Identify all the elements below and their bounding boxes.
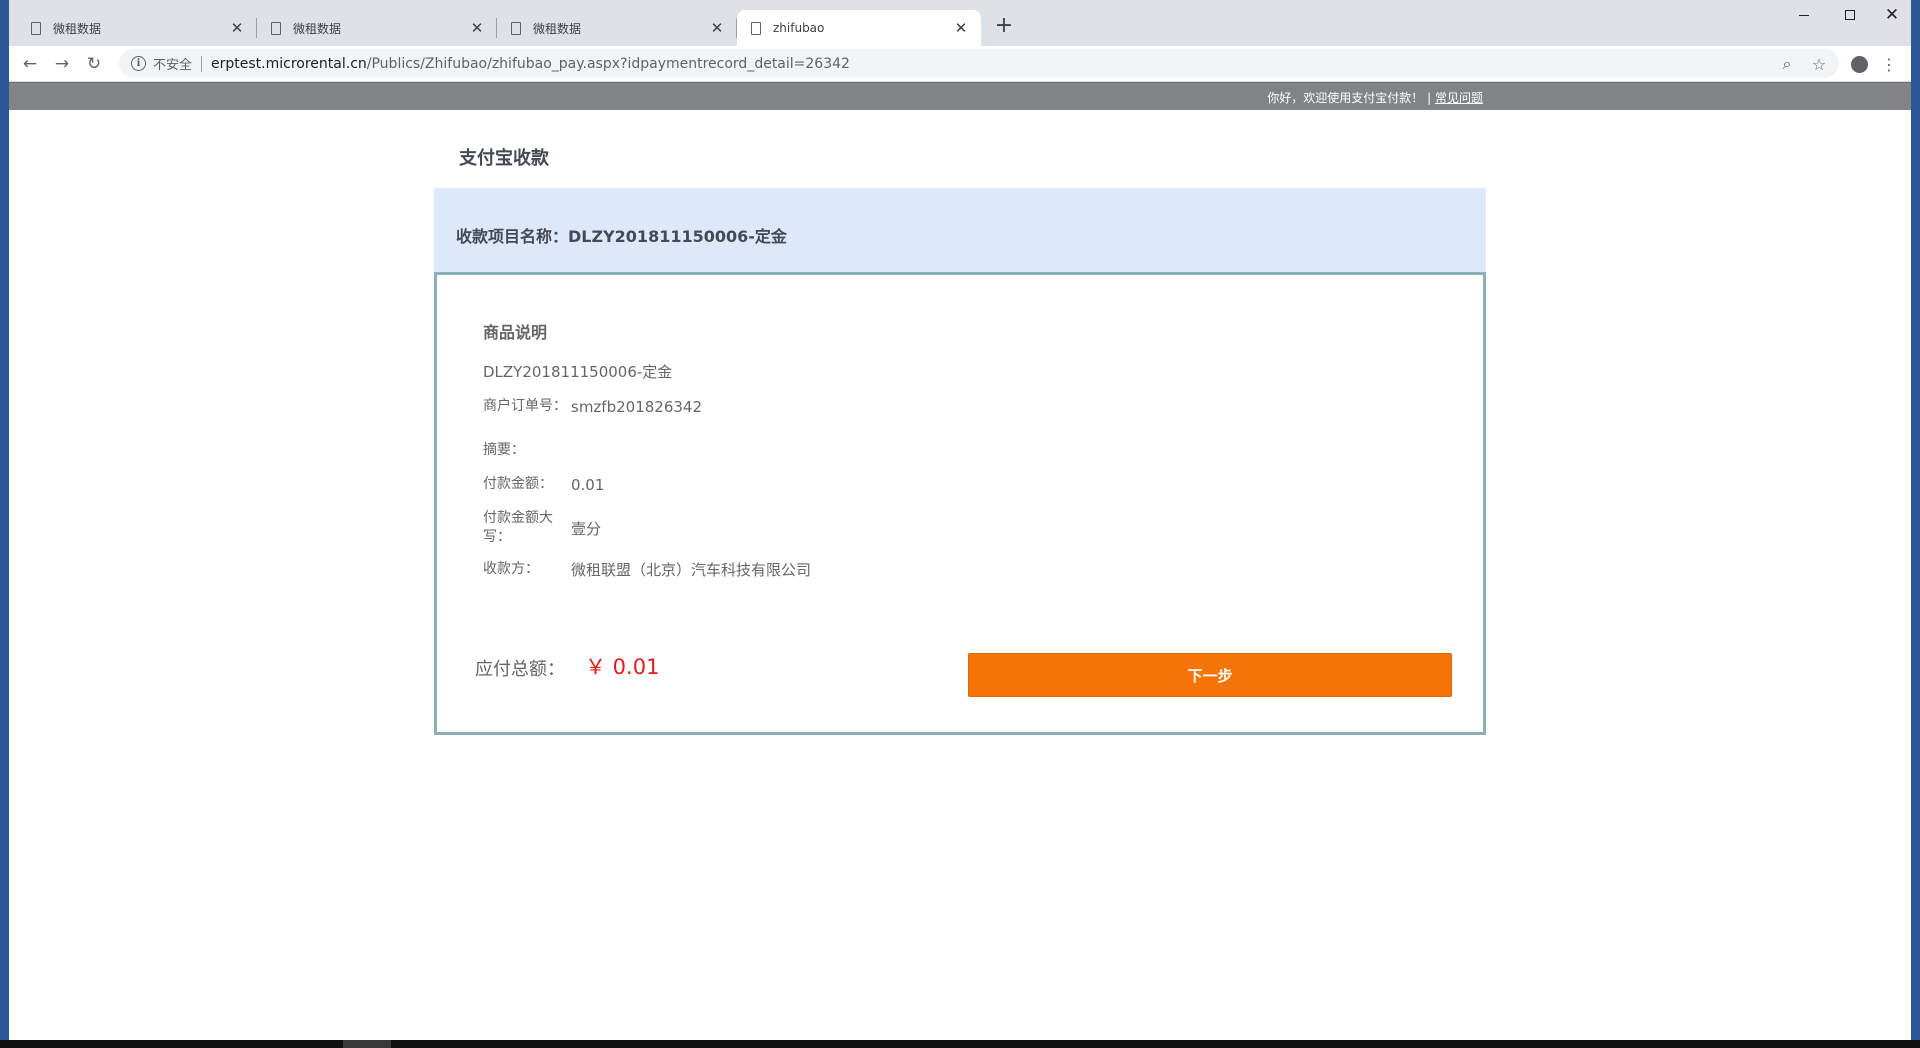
product-description-title: 商品说明 — [483, 323, 548, 342]
field-value: 微租联盟（北京）汽车科技有限公司 — [571, 561, 812, 579]
field-payment-amount: 付款金额： 0.01 — [483, 475, 604, 494]
welcome-text: 你好，欢迎使用支付宝付款！ | 常见问题 — [1267, 89, 1483, 106]
tab-title: 微租数据 — [533, 21, 582, 36]
product-description: DLZY201811150006-定金 — [483, 363, 673, 381]
url-host[interactable]: erptest.microrental.cn — [211, 56, 367, 72]
menu-more-icon[interactable]: ⋮ — [1877, 52, 1901, 76]
arrow-left-icon: ← — [22, 53, 38, 74]
page-title: 支付宝收款 — [459, 148, 549, 169]
browser-tab-1[interactable]: 微租数据 ✕ — [17, 10, 257, 46]
close-tab-icon[interactable]: ✕ — [709, 20, 725, 36]
arrow-right-icon: → — [54, 53, 70, 74]
document-icon — [31, 21, 41, 35]
document-icon — [271, 21, 281, 35]
window-close-button[interactable]: ✕ — [1873, 0, 1911, 30]
page-content: 你好，欢迎使用支付宝付款！ | 常见问题 支付宝收款 收款项目名称：DLZY20… — [9, 82, 1911, 1040]
field-value: 0.01 — [571, 475, 605, 494]
taskbar — [0, 1040, 1920, 1048]
close-tab-icon[interactable]: ✕ — [953, 20, 969, 36]
reload-button[interactable]: ↻ — [82, 52, 106, 76]
security-label[interactable]: 不安全 — [153, 54, 192, 73]
total-amount: ￥ 0.01 — [585, 655, 660, 679]
profile-icon[interactable] — [1847, 52, 1871, 76]
zoom-icon[interactable]: ⌕ — [1775, 52, 1799, 76]
browser-tab-2[interactable]: 微租数据 ✕ — [257, 10, 497, 46]
close-icon: ✕ — [1884, 4, 1900, 25]
minimize-icon — [1799, 14, 1809, 16]
field-label: 付款金额： — [483, 476, 553, 492]
close-tab-icon[interactable]: ✕ — [469, 20, 485, 36]
next-step-button[interactable]: 下一步 — [968, 653, 1452, 697]
info-icon[interactable]: i — [131, 56, 146, 71]
field-value: smzfb201826342 — [571, 397, 702, 416]
field-label: 收款方： — [483, 561, 539, 577]
project-name-band: 收款项目名称：DLZY201811150006-定金 — [434, 188, 1486, 272]
bookmark-star-icon[interactable]: ☆ — [1807, 52, 1831, 76]
document-icon — [751, 21, 761, 35]
back-button[interactable]: ← — [18, 52, 42, 76]
taskbar-item[interactable] — [343, 1040, 391, 1048]
browser-tab-3[interactable]: 微租数据 ✕ — [497, 10, 737, 46]
field-value: 壹分 — [571, 519, 602, 538]
close-tab-icon[interactable]: ✕ — [229, 20, 245, 36]
reload-icon: ↻ — [86, 53, 102, 74]
field-amount-uppercase: 付款金额大写： 壹分 — [483, 509, 601, 547]
field-label: 付款金额大写： — [483, 510, 553, 545]
document-icon — [511, 21, 521, 35]
field-label: 摘要： — [483, 442, 525, 458]
omnibox-divider — [201, 55, 203, 72]
maximize-icon — [1845, 10, 1855, 20]
field-label: 商户订单号： — [483, 398, 567, 414]
field-payee: 收款方： 微租联盟（北京）汽车科技有限公司 — [483, 559, 811, 580]
top-info-bar: 你好，欢迎使用支付宝付款！ | 常见问题 — [9, 82, 1911, 110]
order-details-card: 商品说明 DLZY201811150006-定金 商户订单号： smzfb201… — [434, 272, 1486, 735]
browser-tab-active[interactable]: zhifubao ✕ — [737, 10, 981, 46]
minimize-button[interactable] — [1781, 0, 1827, 30]
total-label: 应付总额： — [475, 659, 565, 680]
tab-title: 微租数据 — [53, 21, 102, 36]
tab-title: 微租数据 — [293, 21, 342, 36]
faq-link[interactable]: 常见问题 — [1435, 91, 1483, 105]
field-order-number: 商户订单号： smzfb201826342 — [483, 397, 702, 416]
browser-toolbar: ← → ↻ i 不安全 erptest.microrental.cn /Publ… — [9, 46, 1911, 82]
forward-button[interactable]: → — [50, 52, 74, 76]
maximize-button[interactable] — [1827, 0, 1873, 30]
new-tab-button[interactable]: + — [992, 14, 1016, 38]
welcome-message: 你好，欢迎使用支付宝付款！ | — [1267, 91, 1432, 105]
browser-window: 微租数据 ✕ 微租数据 ✕ 微租数据 ✕ zhifubao ✕ + ✕ ← → … — [9, 0, 1911, 1040]
field-summary: 摘要： — [483, 441, 571, 460]
tab-strip: 微租数据 ✕ 微租数据 ✕ 微租数据 ✕ zhifubao ✕ + ✕ — [9, 0, 1911, 46]
url-path[interactable]: /Publics/Zhifubao/zhifubao_pay.aspx?idpa… — [367, 56, 850, 72]
tab-title: zhifubao — [773, 21, 825, 35]
project-name: 收款项目名称：DLZY201811150006-定金 — [456, 227, 787, 246]
address-bar[interactable]: i 不安全 erptest.microrental.cn /Publics/Zh… — [119, 49, 1839, 78]
